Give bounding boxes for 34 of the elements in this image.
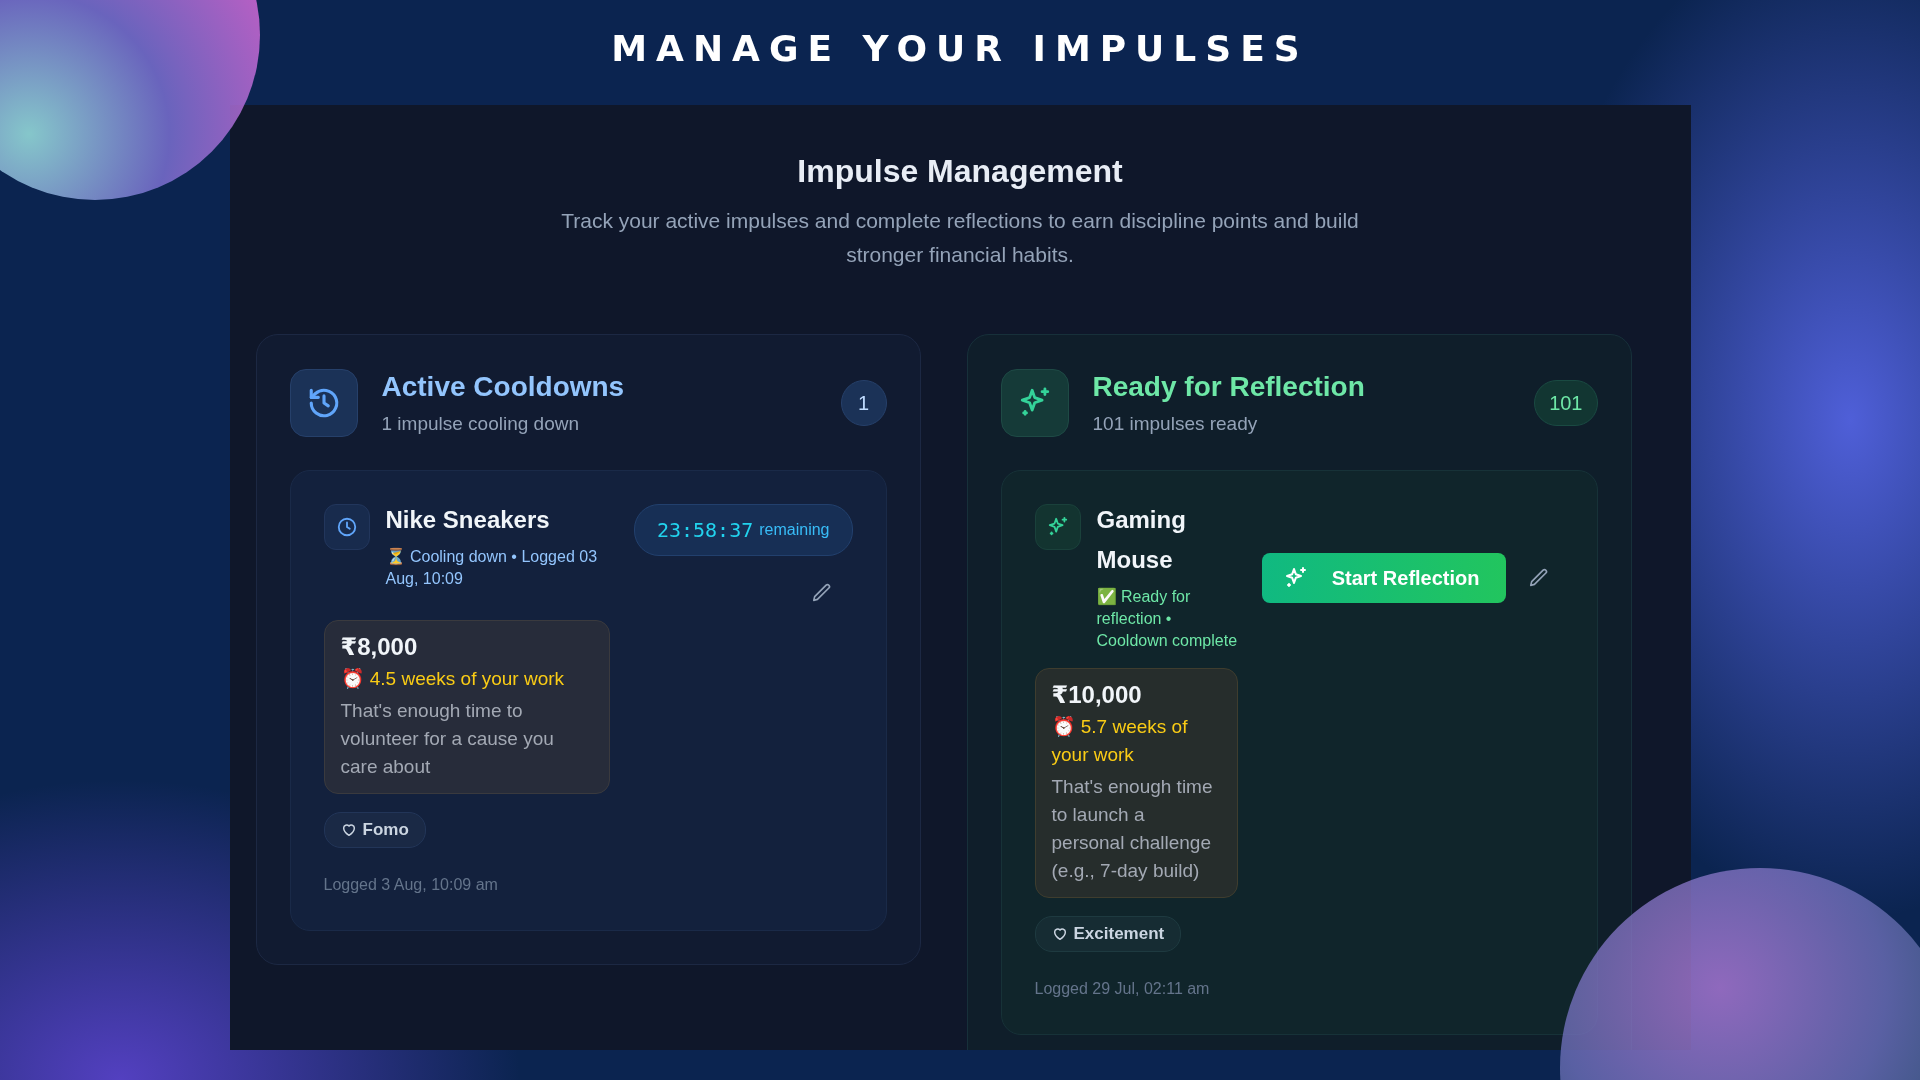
section-title: Active Cooldowns [381,371,626,403]
count-badge: 101 [1534,380,1598,426]
emotion-tag: Excitement [1034,916,1182,952]
heart-icon [340,822,357,838]
timer-badge: 23:58:37 remaining [633,504,853,556]
edit-button[interactable] [1527,567,1550,589]
logged-time: Logged 29 Jul, 02:11 am [1034,980,1211,998]
cost-description: That's enough time to launch a personal challenge (e.g., 7-day build) [1051,775,1214,883]
impulse-status: ✅ Ready for reflection • Cooldown complete [1096,586,1238,651]
sparkles-icon [1034,504,1081,550]
heart-icon [1051,926,1068,942]
sparkles-icon [1000,369,1069,437]
impulse-name: Nike Sneakers [385,505,551,535]
sparkles-icon [1283,566,1308,590]
impulse-status: ⏳ Cooling down • Logged 03 Aug, 10:09 [385,547,599,589]
amount-text: ₹8,000 [340,632,419,662]
section-title: Ready for Reflection [1092,371,1366,403]
count-badge: 1 [840,380,887,426]
page-subtitle: Track your active impulses and complete reflections to earn discipline points and build stronger financial habits. [560,208,1360,268]
clock-icon [323,504,370,550]
start-reflection-button[interactable]: Start Reflection [1261,553,1506,603]
history-icon [289,369,358,437]
edit-button[interactable] [810,582,833,604]
work-time-text: ⏰ 4.5 weeks of your work [340,667,566,691]
cost-description: That's enough time to volunteer for a cause you care about [340,699,555,779]
page-title: Impulse Management [797,153,1123,190]
banner-title: MANAGE YOUR IMPULSES [611,27,1309,71]
section-subtitle: 1 impulse cooling down [381,413,580,435]
logged-time: Logged 3 Aug, 10:09 am [323,876,499,894]
work-time-text: ⏰ 5.7 weeks of your work [1051,715,1189,767]
impulse-name: Gaming Mouse [1096,505,1187,575]
amount-text: ₹10,000 [1051,680,1143,710]
section-subtitle: 101 impulses ready [1092,413,1259,435]
emotion-tag: Fomo [323,812,426,848]
